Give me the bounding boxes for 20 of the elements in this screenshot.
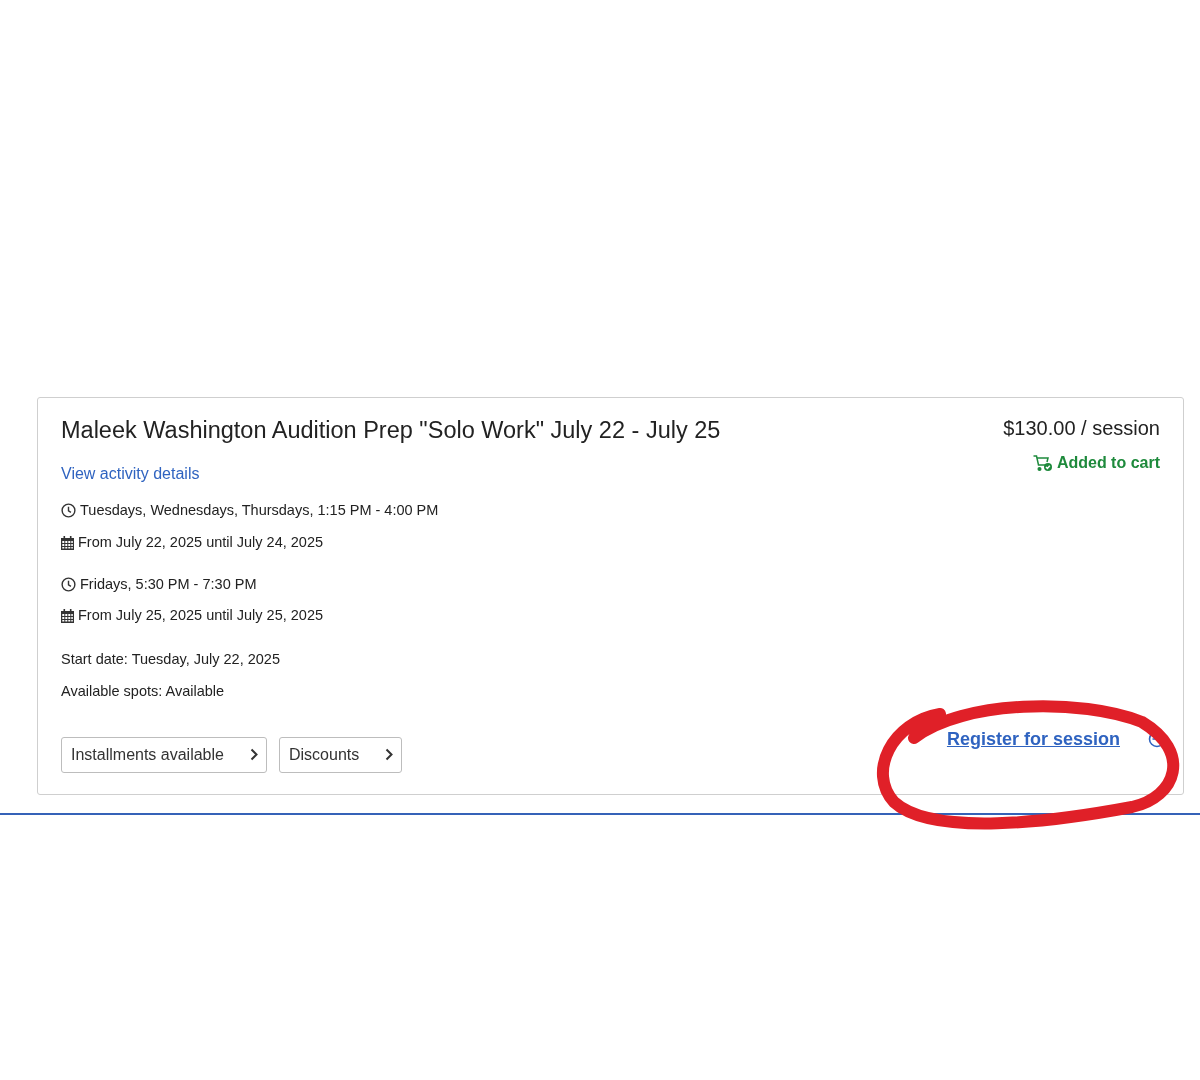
view-details-link[interactable]: View activity details [61, 462, 200, 486]
added-to-cart-status: Added to cart [1056, 453, 1160, 473]
calendar-icon [61, 609, 74, 624]
calendar-icon [61, 535, 74, 550]
option-button[interactable]: Installments available [61, 736, 267, 773]
chevron-right-icon [249, 748, 258, 761]
clock-icon [61, 503, 76, 519]
activity-title: Maleek Washington Audition Prep "Solo Work" July 22 - July 25 [61, 416, 721, 445]
register-link[interactable]: Register for session [946, 725, 1120, 753]
schedule-times: Fridays, 5:30 PM - 7:30 PM [80, 574, 257, 594]
schedule-dates: From July 22, 2025 until July 24, 2025 [78, 532, 324, 552]
clock-icon [61, 576, 76, 592]
start-date: Start date: Tuesday, July 22, 2025 [61, 650, 281, 669]
chevron-right-icon [385, 748, 394, 761]
price: $130.00 / session [1003, 416, 1160, 441]
schedule-times: Tuesdays, Wednesdays, Thursdays, 1:15 PM - 4:00 PM [80, 501, 439, 520]
available-spots: Available spots: Available [61, 681, 226, 701]
option-button[interactable]: Discounts [278, 736, 403, 773]
schedule-dates: From July 25, 2025 until July 25, 2025 [78, 606, 324, 626]
cart-check-icon [1032, 454, 1053, 472]
